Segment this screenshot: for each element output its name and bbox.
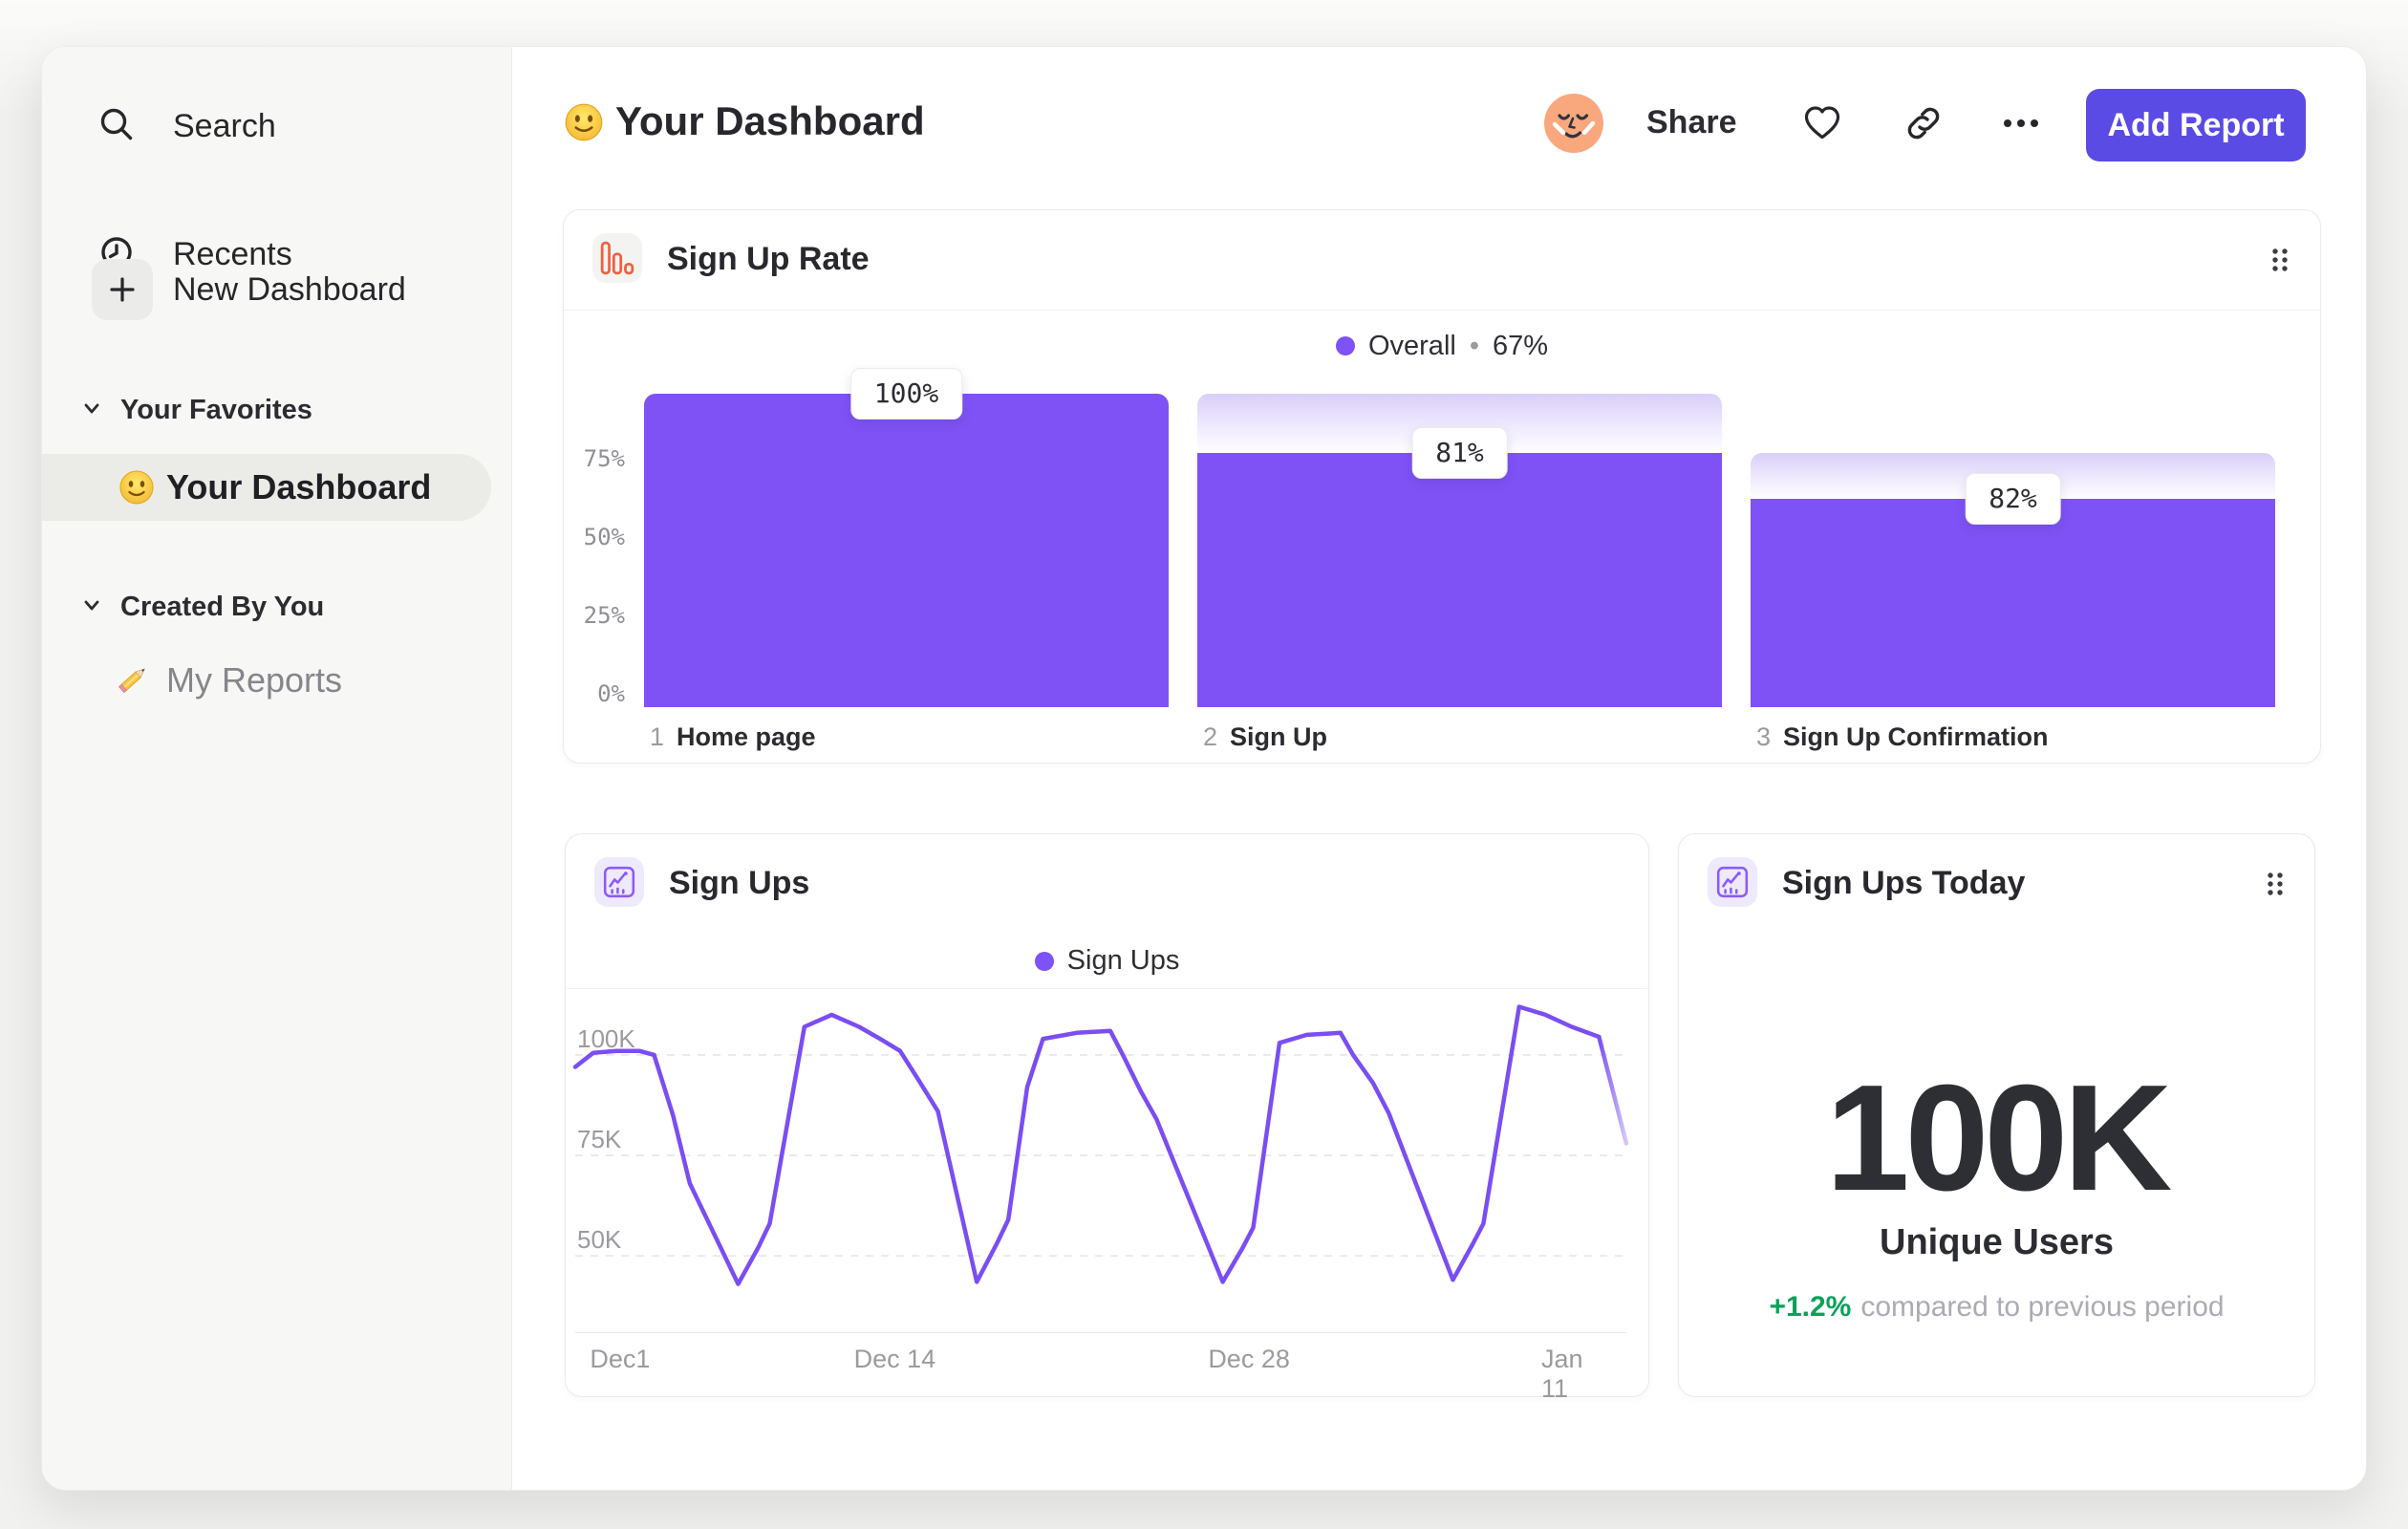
funnel-y-tick: 75% <box>583 445 625 472</box>
funnel-tooltip: 82% <box>1965 473 2061 526</box>
more-options-ellipsis-icon[interactable] <box>2000 102 2042 149</box>
line-y-tick: 100K <box>577 1023 635 1053</box>
funnel-legend: Overall • 67% <box>564 325 2320 367</box>
share-button[interactable]: Share <box>1646 104 1737 141</box>
signups-line-series <box>1597 1034 1629 1146</box>
search-icon <box>95 102 139 151</box>
drag-handle-icon[interactable] <box>2268 245 2291 280</box>
chevron-down-icon <box>80 593 103 621</box>
line-x-tick: Dec 14 <box>853 1345 936 1373</box>
stat-unit-label: Unique Users <box>1880 1222 2114 1262</box>
funnel-y-axis: 0% 25% 50% 75% <box>566 394 625 707</box>
legend-label: Sign Ups <box>1066 945 1180 976</box>
funnel-step-label: 2 Sign Up <box>1203 722 1327 752</box>
sidebar-item-label: Your Dashboard <box>166 467 432 506</box>
favorite-heart-icon[interactable] <box>1801 102 1843 149</box>
section-label: Created By You <box>120 592 325 622</box>
drag-handle-icon[interactable] <box>2264 869 2287 904</box>
line-y-tick: 75K <box>577 1125 622 1154</box>
funnel-x-axis: 1 Home page 2 Sign Up 3 Sign Up Confirmation <box>644 722 2276 761</box>
legend-dot <box>1034 951 1054 971</box>
divider <box>564 310 2320 311</box>
card-title: Sign Up Rate <box>667 241 870 277</box>
sign-ups-today-card: Sign Ups Today 100K Unique Users +1.2% co… <box>1678 833 2315 1397</box>
signups-line-plot[interactable] <box>572 1001 1629 1332</box>
funnel-tooltip: 100% <box>849 368 963 420</box>
signups-line-series <box>572 1004 1602 1286</box>
funnel-bar[interactable]: 82% <box>1751 394 2275 707</box>
line-x-tick: Jan 11 <box>1540 1345 1583 1403</box>
line-y-tick: 50K <box>577 1225 622 1255</box>
add-report-button[interactable]: Add Report <box>2086 89 2306 162</box>
plus-icon <box>92 259 153 320</box>
sidebar-item-label: Search <box>173 108 276 144</box>
sidebar-section-created-by-you[interactable]: Created By You <box>80 592 324 623</box>
sidebar-item-your-dashboard[interactable]: Your Dashboard <box>42 454 491 521</box>
line-legend: Sign Ups <box>566 934 1648 989</box>
sidebar-item-new-dashboard[interactable]: New Dashboard <box>92 259 406 320</box>
sidebar: Search Recents New Dashboard Your Favori… <box>42 47 512 1490</box>
legend-label: Overall <box>1367 330 1456 361</box>
chevron-down-icon <box>80 397 103 424</box>
stat-value: 100K <box>1825 1054 2173 1222</box>
sign-up-rate-card: Sign Up Rate Overall • 67% 0% 25% 50% 75% 1… <box>563 209 2321 764</box>
dashboard-title-emoji-icon <box>564 102 604 147</box>
funnel-plot[interactable]: 100% 81% 82% <box>644 368 2276 707</box>
legend-dot <box>1335 336 1355 355</box>
funnel-y-tick: 25% <box>583 602 625 629</box>
sidebar-item-search[interactable]: Search <box>95 102 276 151</box>
user-avatar[interactable] <box>1543 93 1604 159</box>
funnel-step-name: Sign Up Confirmation <box>1783 722 2049 751</box>
funnel-tooltip: 81% <box>1411 427 1508 480</box>
funnel-bar[interactable]: 100% <box>644 368 1169 707</box>
stat-delta-caption: compared to previous period <box>1860 1291 2225 1323</box>
stat-comparison: +1.2% compared to previous period <box>1679 1291 2314 1324</box>
funnel-step-label: 3 Sign Up Confirmation <box>1756 722 2049 752</box>
line-x-tick: Dec1 <box>590 1345 651 1373</box>
smiley-emoji-icon <box>118 469 155 506</box>
page-title: Your Dashboard <box>615 98 925 143</box>
sidebar-item-label: My Reports <box>166 659 343 700</box>
funnel-step-label: 1 Home page <box>650 722 816 752</box>
legend-separator: • <box>1469 330 1479 361</box>
funnel-bar[interactable]: 81% <box>1197 394 1722 707</box>
funnel-bar-fill <box>1197 453 1722 707</box>
funnel-bar-fill <box>1751 499 2275 707</box>
section-label: Your Favorites <box>120 395 312 425</box>
legend-value: 67% <box>1492 330 1549 361</box>
sign-ups-card: Sign Ups Sign Ups 100K 75K 50K Dec1 Dec 14 De… <box>565 833 1649 1403</box>
line-chart-icon <box>1708 857 1757 907</box>
x-axis-line <box>575 1332 1626 1333</box>
stat-delta: +1.2% <box>1769 1291 1852 1323</box>
copy-link-icon[interactable] <box>1903 102 1945 149</box>
funnel-step-name: Sign Up <box>1230 722 1328 751</box>
funnel-step-index: 1 <box>650 722 665 751</box>
page-background: Search Recents New Dashboard Your Favori… <box>0 0 2408 1529</box>
funnel-step-name: Home page <box>677 722 816 751</box>
line-x-tick: Dec 28 <box>1208 1345 1290 1373</box>
line-chart-icon <box>594 857 644 907</box>
card-title: Sign Ups <box>669 865 810 901</box>
sidebar-section-your-favorites[interactable]: Your Favorites <box>80 395 312 426</box>
funnel-y-tick: 0% <box>597 680 625 707</box>
funnel-step-index: 2 <box>1203 722 1218 751</box>
app-window: Search Recents New Dashboard Your Favori… <box>41 46 2367 1491</box>
card-title: Sign Ups Today <box>1782 865 2026 901</box>
funnel-step-index: 3 <box>1756 722 1772 751</box>
funnel-chart-icon <box>592 233 642 283</box>
sidebar-item-my-reports[interactable]: My Reports <box>117 658 342 701</box>
funnel-y-tick: 50% <box>583 524 625 550</box>
pencil-emoji-icon <box>117 658 155 701</box>
sidebar-item-label: New Dashboard <box>173 270 406 308</box>
funnel-bar-fill <box>644 394 1169 707</box>
